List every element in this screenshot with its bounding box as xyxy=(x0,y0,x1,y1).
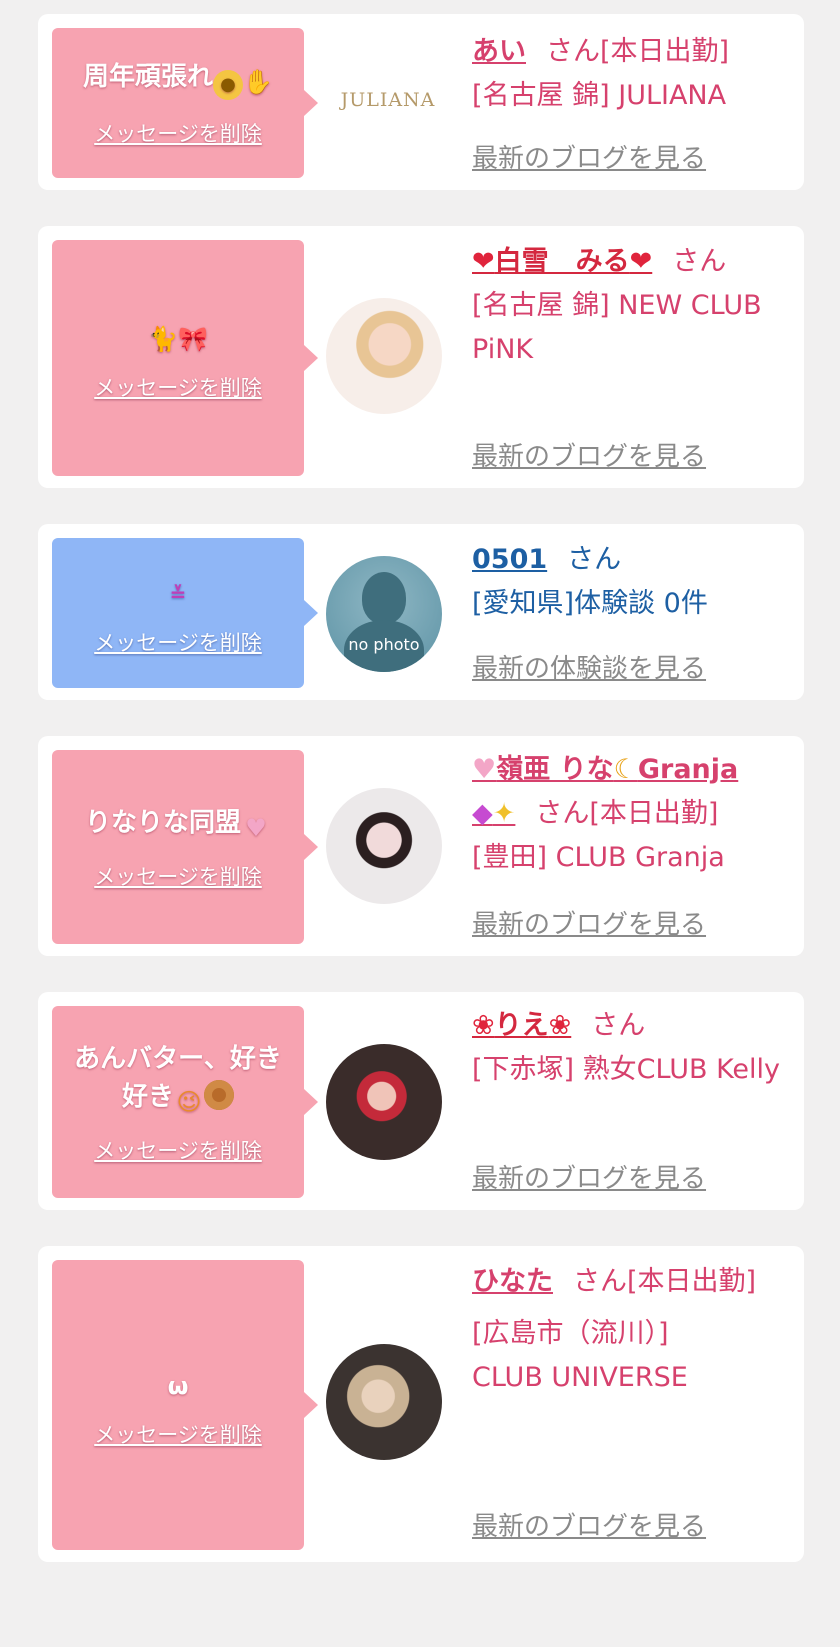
delete-message-link[interactable]: メッセージを削除 xyxy=(94,1419,262,1449)
black-cat-icon: 🐈 xyxy=(148,324,178,353)
cast-info: あい さん[本日出勤] [名古屋 錦] JULIANA xyxy=(472,30,782,118)
cast-name-link[interactable]: 0501 xyxy=(472,544,547,575)
message-bubble: ≚ メッセージを削除 xyxy=(52,538,318,688)
favorite-card: あんバター、好き好き 😉 メッセージを削除 ❀りえ❀ さん [下赤塚] 熟女CLUB… xyxy=(38,992,804,1210)
ribbon-icon: 🎀 xyxy=(178,324,208,353)
pink-heart-icon: ♥ xyxy=(245,813,267,842)
latest-blog-link[interactable]: 最新のブログを見る xyxy=(472,1158,706,1195)
cute-face-icon: ω xyxy=(167,1371,189,1400)
favorite-card: ω メッセージを削除 ひなた さん[本日出勤] [広島市（流川）] CLUB UN… xyxy=(38,1246,804,1562)
shop-logo[interactable]: JULIANA xyxy=(328,42,448,158)
cast-name-line: ❤白雪 みる❤ さん xyxy=(472,240,782,284)
delete-message-link[interactable]: メッセージを削除 xyxy=(94,118,262,148)
favorite-card: 周年頑張れ ● ✋ メッセージを削除 JULIANA あい さん[本日出勤] [名古屋… xyxy=(38,14,804,190)
delete-message-link[interactable]: メッセージを削除 xyxy=(94,372,262,402)
status-label: [本日出勤] xyxy=(627,1266,757,1297)
cast-info: ❤白雪 みる❤ さん [名古屋 錦] NEW CLUB PiNK xyxy=(472,240,782,372)
hand-icon: ✋ xyxy=(243,68,273,96)
latest-blog-link[interactable]: 最新のブログを見る xyxy=(472,1506,706,1543)
cast-photo[interactable] xyxy=(326,788,442,904)
latest-blog-link[interactable]: 最新のブログを見る xyxy=(472,436,706,473)
area-shop: [愛知県]体験談 0件 xyxy=(472,588,708,619)
latest-blog-link[interactable]: 最新のブログを見る xyxy=(472,138,706,175)
pink-heart-icon: ♥ xyxy=(472,754,497,785)
san-label: さん xyxy=(567,544,622,575)
message-bubble: あんバター、好き好き 😉 メッセージを削除 xyxy=(52,1006,318,1198)
area-shop: [豊田] CLUB Granja xyxy=(472,842,725,873)
cast-name-link[interactable]: ❤白雪 みる❤ xyxy=(472,246,652,277)
delete-message-link[interactable]: メッセージを削除 xyxy=(94,627,262,657)
cast-name-link[interactable]: ❀りえ❀ xyxy=(472,1010,571,1041)
message-text: りなりな同盟 ♥ xyxy=(85,804,271,843)
cast-name-line: ♥嶺亜 りな☾Granja ◆✦ さん[本日出勤] xyxy=(472,748,792,836)
favorite-card: 🐈🎀 メッセージを削除 ❤白雪 みる❤ さん [名古屋 錦] NEW CLUB P… xyxy=(38,226,804,488)
heart-icon: ❤ xyxy=(629,246,653,277)
winking-face-icon: 😉 xyxy=(176,1087,202,1116)
rose-icon: ❀ xyxy=(548,1010,572,1041)
heart-icon: ❤ xyxy=(472,246,495,277)
san-label: さん xyxy=(672,246,727,277)
message-bubble: ω メッセージを削除 xyxy=(52,1260,318,1550)
area-shop: [名古屋 錦] JULIANA xyxy=(472,80,727,111)
cast-photo[interactable] xyxy=(326,1044,442,1160)
moon-icon: ☾ xyxy=(613,754,638,785)
cast-name-line: あい さん[本日出勤] xyxy=(472,30,782,74)
latest-blog-link[interactable]: 最新のブログを見る xyxy=(472,904,706,941)
area-shop: [名古屋 錦] NEW CLUB PiNK xyxy=(472,290,762,365)
delete-message-link[interactable]: メッセージを削除 xyxy=(94,861,262,891)
sparkles-icon: ✦ xyxy=(492,798,516,829)
san-label: さん xyxy=(591,1010,646,1041)
pleading-face-icon: ● xyxy=(213,70,243,100)
rose-icon: ❀ xyxy=(472,1010,495,1041)
delete-message-link[interactable]: メッセージを削除 xyxy=(94,1135,262,1165)
no-photo-placeholder[interactable]: no photo xyxy=(326,556,442,672)
donut-icon xyxy=(204,1079,234,1110)
san-label: さん xyxy=(546,36,600,67)
cast-name-line: ❀りえ❀ さん xyxy=(472,1004,782,1048)
status-label: [本日出勤] xyxy=(589,798,719,829)
area-shop: [下赤塚] 熟女CLUB Kelly xyxy=(472,1054,781,1085)
message-bubble: りなりな同盟 ♥ メッセージを削除 xyxy=(52,750,318,944)
san-label: さん xyxy=(573,1266,627,1297)
grinning-face-icon: ≚ xyxy=(169,582,187,606)
latest-review-link[interactable]: 最新の体験談を見る xyxy=(472,648,706,685)
favorite-card: りなりな同盟 ♥ メッセージを削除 ♥嶺亜 りな☾Granja ◆✦ さん[本日出勤]… xyxy=(38,736,804,956)
cast-name-line: ひなた さん[本日出勤] xyxy=(472,1260,772,1304)
message-text: あんバター、好き好き 😉 xyxy=(74,1043,282,1116)
message-text: 🐈🎀 xyxy=(148,315,208,354)
cast-info: ひなた さん[本日出勤] [広島市（流川）] CLUB UNIVERSE xyxy=(472,1260,772,1400)
message-text: 周年頑張れ ● ✋ xyxy=(83,58,273,100)
message-bubble: 周年頑張れ ● ✋ メッセージを削除 xyxy=(52,28,318,178)
cast-info: 0501 さん [愛知県]体験談 0件 xyxy=(472,538,782,626)
message-text: ω xyxy=(163,1362,193,1401)
favorite-card: ≚ メッセージを削除 no photo 0501 さん [愛知県]体験談 0件 最… xyxy=(38,524,804,700)
cast-name-line: 0501 さん xyxy=(472,538,782,582)
cast-photo[interactable] xyxy=(326,298,442,414)
cast-name-link[interactable]: あい xyxy=(472,36,526,67)
gem-icon: ◆ xyxy=(472,798,493,829)
cast-photo[interactable] xyxy=(326,1344,442,1460)
status-label: [本日出勤] xyxy=(600,36,730,67)
cast-name-link[interactable]: ひなた xyxy=(472,1266,553,1297)
favorites-list: 周年頑張れ ● ✋ メッセージを削除 JULIANA あい さん[本日出勤] [名古屋… xyxy=(0,0,840,1647)
cast-info: ❀りえ❀ さん [下赤塚] 熟女CLUB Kelly xyxy=(472,1004,782,1092)
message-bubble: 🐈🎀 メッセージを削除 xyxy=(52,240,318,476)
area-shop: [広島市（流川）] CLUB UNIVERSE xyxy=(472,1318,688,1393)
cast-info: ♥嶺亜 りな☾Granja ◆✦ さん[本日出勤] [豊田] CLUB Granja xyxy=(472,748,792,880)
san-label: さん xyxy=(535,798,590,829)
message-text: ≚ xyxy=(163,569,193,609)
